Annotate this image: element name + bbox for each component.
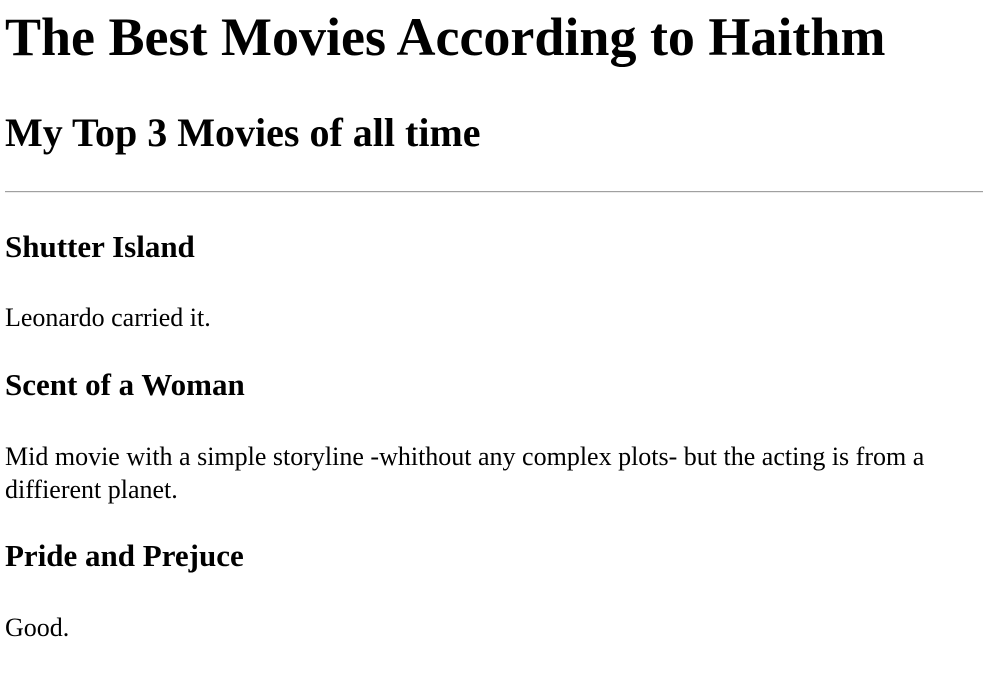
page-title: The Best Movies According to Haithm bbox=[5, 7, 886, 67]
movie-description-pride-and-prejuce: Good. bbox=[5, 613, 70, 642]
movie-title-shutter-island: Shutter Island bbox=[5, 229, 195, 264]
movie-description-shutter-island: Leonardo carried it. bbox=[5, 303, 211, 332]
page-subtitle: My Top 3 Movies of all time bbox=[5, 110, 481, 155]
movie-title-pride-and-prejuce: Pride and Prejuce bbox=[5, 538, 244, 573]
movie-description-scent-of-a-woman: Mid movie with a simple storyline -whith… bbox=[5, 442, 925, 504]
movie-title-scent-of-a-woman: Scent of a Woman bbox=[5, 367, 245, 402]
section-divider bbox=[5, 191, 983, 193]
